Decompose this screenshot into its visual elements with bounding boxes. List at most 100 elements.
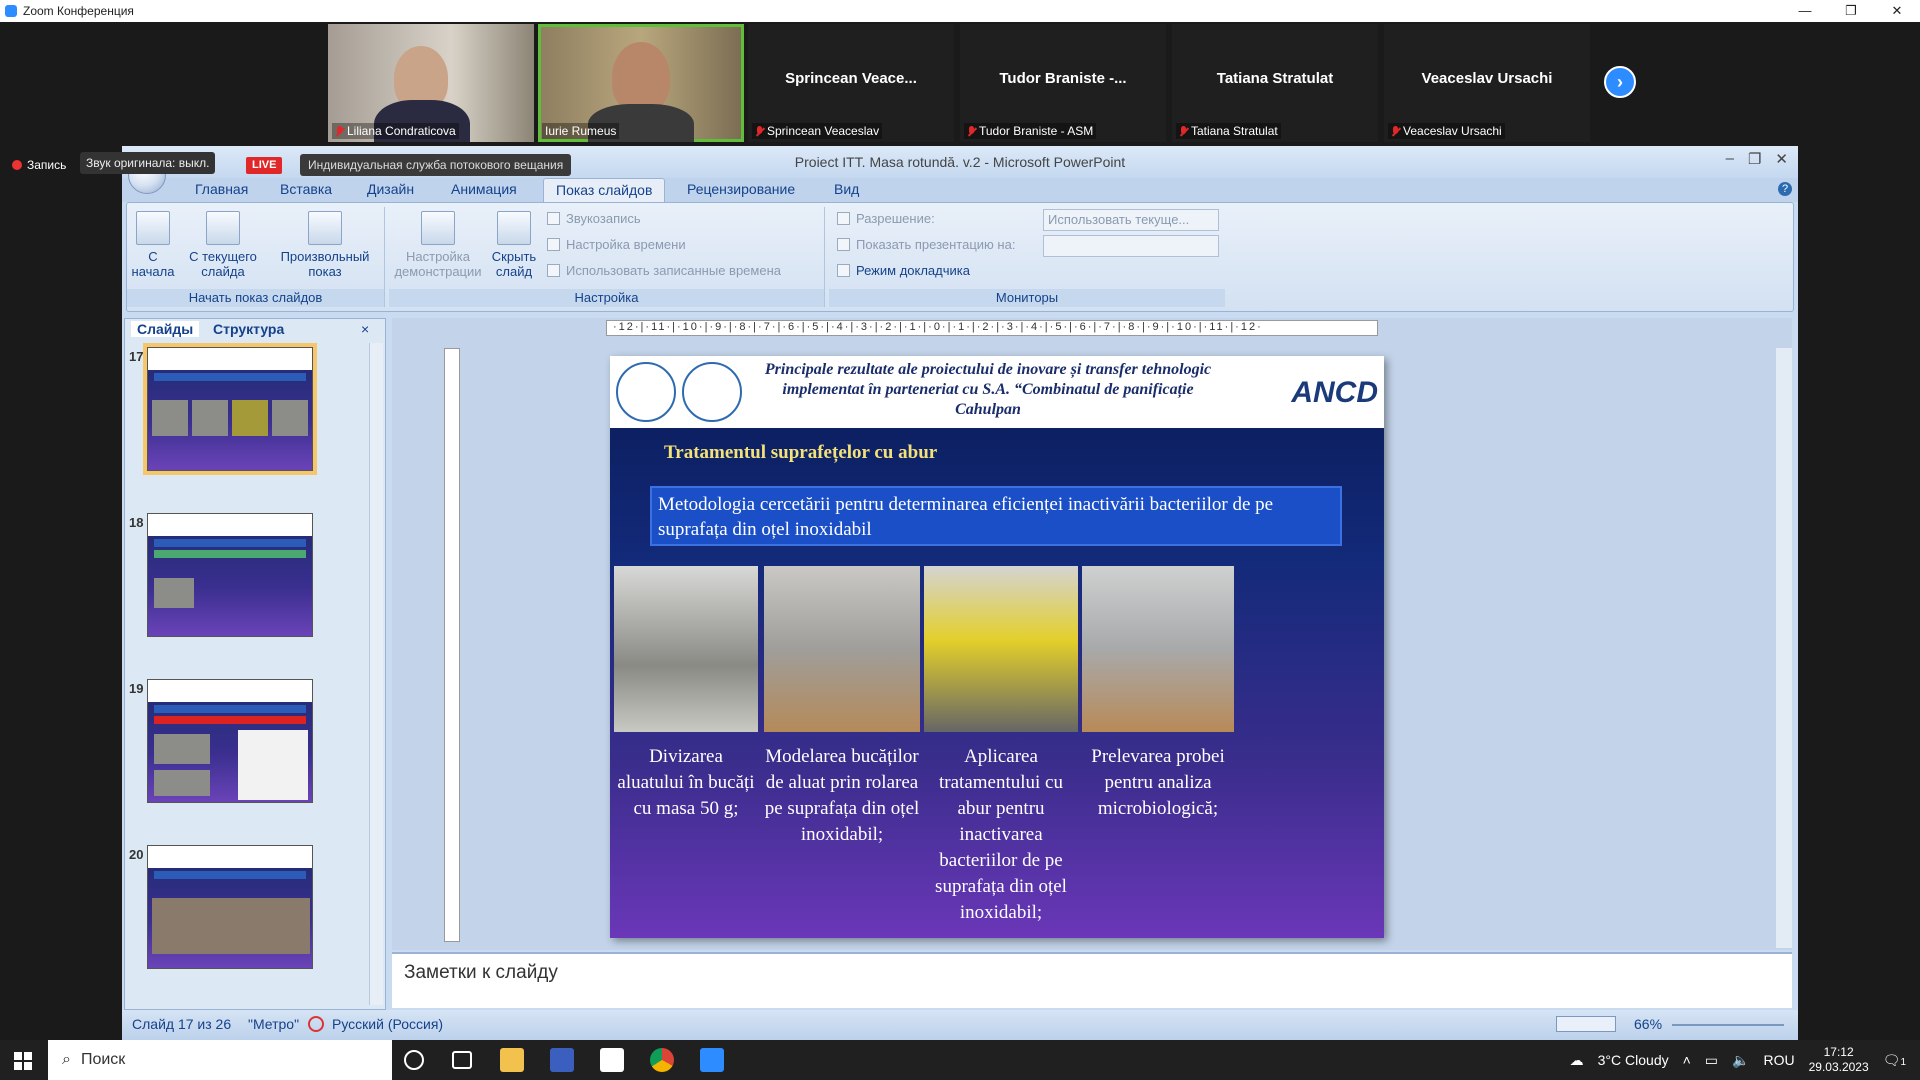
group-start-show: С начала С текущего слайда Произвольный … [127, 207, 385, 307]
file-explorer-icon[interactable] [500, 1048, 524, 1072]
view-buttons[interactable] [1556, 1016, 1616, 1032]
volume-icon[interactable]: 🔈 [1732, 1052, 1749, 1069]
clock[interactable]: 17:12 29.03.2023 [1809, 1045, 1869, 1075]
caption-1: Divizarea aluatului în bucăți cu masa 50… [617, 746, 755, 819]
restore-button[interactable]: ❐ [1828, 0, 1874, 22]
show-on-dropdown[interactable] [1043, 235, 1219, 257]
participant-tile-iurie[interactable]: Iurie Rumeus [538, 24, 744, 142]
photo-dividing-dough [614, 566, 758, 732]
close-button[interactable]: ✕ [1874, 0, 1920, 22]
zoom-title-bar: Zoom Конференция — ❐ ✕ [0, 0, 1920, 22]
use-timings-checkbox[interactable]: Использовать записанные времена [547, 263, 781, 278]
mic-muted-icon [1179, 125, 1188, 137]
weather-icon: ☁ [1569, 1051, 1584, 1068]
zoom-taskbar-icon[interactable] [700, 1048, 724, 1072]
tab-review[interactable]: Рецензирование [687, 181, 795, 197]
horizontal-ruler: ·12·|·11·|·10·|·9·|·8·|·7·|·6·|·5·|·4·|·… [606, 320, 1378, 336]
slide-vertical-scrollbar[interactable] [1776, 348, 1792, 948]
slide-thumbnail[interactable] [147, 845, 313, 969]
from-start-button[interactable]: С начала [131, 211, 175, 279]
windows-start-icon[interactable] [14, 1052, 32, 1070]
ppt-restore-button[interactable]: ❐ [1748, 150, 1761, 168]
store-icon[interactable] [600, 1048, 624, 1072]
photo-rolling-dough [764, 566, 920, 732]
close-pane-icon[interactable]: × [361, 321, 369, 337]
atom-logo-icon [682, 362, 742, 422]
network-icon[interactable]: ▭ [1705, 1052, 1718, 1069]
tab-animation[interactable]: Анимация [451, 181, 517, 197]
participant-tile-liliana[interactable]: Liliana Condraticova [328, 24, 534, 142]
spellcheck-icon[interactable] [308, 1016, 324, 1032]
mic-muted-icon [335, 125, 344, 137]
slide-thumbnail[interactable] [147, 513, 313, 637]
ribbon-tabs: Главная Вставка Дизайн Анимация Показ сл… [122, 178, 1798, 202]
tab-home[interactable]: Главная [195, 181, 248, 197]
ppt-minimize-button[interactable]: – [1726, 150, 1734, 168]
caption-3: Aplicarea tratamentului cu abur pentru i… [935, 746, 1067, 923]
rehearse-timings-button[interactable]: Настройка времени [547, 237, 686, 252]
minimize-button[interactable]: — [1782, 0, 1828, 22]
notifications-icon[interactable]: 🗨1 [1883, 1052, 1906, 1069]
current-slide[interactable]: Principale rezultate ale proiectului de … [610, 356, 1384, 938]
presenter-view-checkbox[interactable]: Режим докладчика [837, 263, 970, 278]
hide-slide-button[interactable]: Скрыть слайд [489, 211, 539, 279]
recording-indicator[interactable]: Запись [12, 158, 66, 172]
zoom-slider[interactable] [1672, 1024, 1784, 1026]
participant-tile-tatiana[interactable]: Tatiana Stratulat Tatiana Stratulat [1172, 24, 1378, 142]
mic-muted-icon [755, 125, 764, 137]
ppt-status-bar: Слайд 17 из 26 "Метро" Русский (Россия) … [122, 1010, 1798, 1040]
hide-slide-icon [497, 211, 531, 245]
resolution-dropdown[interactable]: Использовать текуще... [1043, 209, 1219, 231]
record-narration-button[interactable]: Звукозапись [547, 211, 641, 226]
tab-design[interactable]: Дизайн [367, 181, 414, 197]
help-icon[interactable]: ? [1778, 182, 1792, 196]
microphone-icon [547, 212, 560, 225]
save-app-icon[interactable] [550, 1048, 574, 1072]
show-on-label: Показать презентацию на: [837, 237, 1015, 252]
slide-thumbnail[interactable] [147, 679, 313, 803]
notes-pane[interactable]: Заметки к слайду [392, 952, 1792, 1008]
tab-slides[interactable]: Слайды [131, 321, 200, 337]
tab-insert[interactable]: Вставка [280, 181, 332, 197]
next-page-arrow-icon[interactable]: › [1604, 66, 1636, 98]
record-dot-icon [12, 160, 22, 170]
tray-chevron-icon[interactable]: ˄ [1683, 1052, 1691, 1068]
cortana-icon[interactable] [404, 1050, 424, 1070]
setup-show-icon [421, 211, 455, 245]
custom-show-button[interactable]: Произвольный показ [271, 211, 379, 279]
slide-editing-area: ·12·|·11·|·10·|·9·|·8·|·7·|·6·|·5·|·4·|·… [392, 318, 1792, 950]
zoom-level[interactable]: 66% [1634, 1016, 1662, 1032]
from-current-button[interactable]: С текущего слайда [183, 211, 263, 279]
slideshow-start-icon [136, 211, 170, 245]
mic-muted-icon [967, 125, 976, 137]
task-view-icon[interactable] [452, 1051, 472, 1069]
participant-tile-tudor[interactable]: Tudor Braniste -... Tudor Braniste - ASM [960, 24, 1166, 142]
tab-slideshow[interactable]: Показ слайдов [543, 178, 666, 202]
language-indicator[interactable]: Русский (Россия) [332, 1016, 443, 1032]
methodology-box: Metodologia cercetării pentru determinar… [650, 486, 1342, 546]
ppt-close-button[interactable]: ✕ [1775, 150, 1788, 168]
setup-show-button[interactable]: Настройка демонстрации [391, 211, 485, 279]
participant-tile-sprincean[interactable]: Sprincean Veace... Sprincean Veaceslav [748, 24, 954, 142]
caption-2: Modelarea bucăților de aluat prin rolare… [764, 746, 920, 845]
taskbar-search-box[interactable]: ⌕ Поиск [48, 1040, 392, 1080]
participant-name-label: Liliana Condraticova [332, 123, 459, 139]
original-sound-toggle[interactable]: Звук оригинала: выкл. [80, 152, 216, 174]
tab-outline[interactable]: Структура [213, 321, 284, 337]
tab-view[interactable]: Вид [834, 181, 859, 197]
language-tray[interactable]: ROU [1763, 1052, 1794, 1068]
participant-tile-veaceslav[interactable]: Veaceslav Ursachi Veaceslav Ursachi [1384, 24, 1590, 142]
group-setup: Настройка демонстрации Скрыть слайд Звук… [389, 207, 825, 307]
theme-name: "Метро" [248, 1016, 300, 1032]
chrome-icon[interactable] [650, 1048, 674, 1072]
streaming-service-dropdown[interactable]: Индивидуальная служба потокового вещания [300, 154, 572, 176]
system-tray: ☁ 3°C Cloudy ˄ ▭ 🔈 ROU 17:12 29.03.2023 🗨… [1570, 1040, 1920, 1080]
ribbon: С начала С текущего слайда Произвольный … [126, 202, 1794, 312]
slide-thumbnail[interactable] [143, 343, 317, 475]
slide-counter: Слайд 17 из 26 [132, 1016, 232, 1032]
checkbox-icon [837, 264, 850, 277]
custom-show-icon [308, 211, 342, 245]
ancd-logo: ANCD [1291, 376, 1378, 409]
slides-pane-scrollbar[interactable] [369, 343, 383, 1005]
weather-text[interactable]: 3°C Cloudy [1598, 1052, 1669, 1068]
